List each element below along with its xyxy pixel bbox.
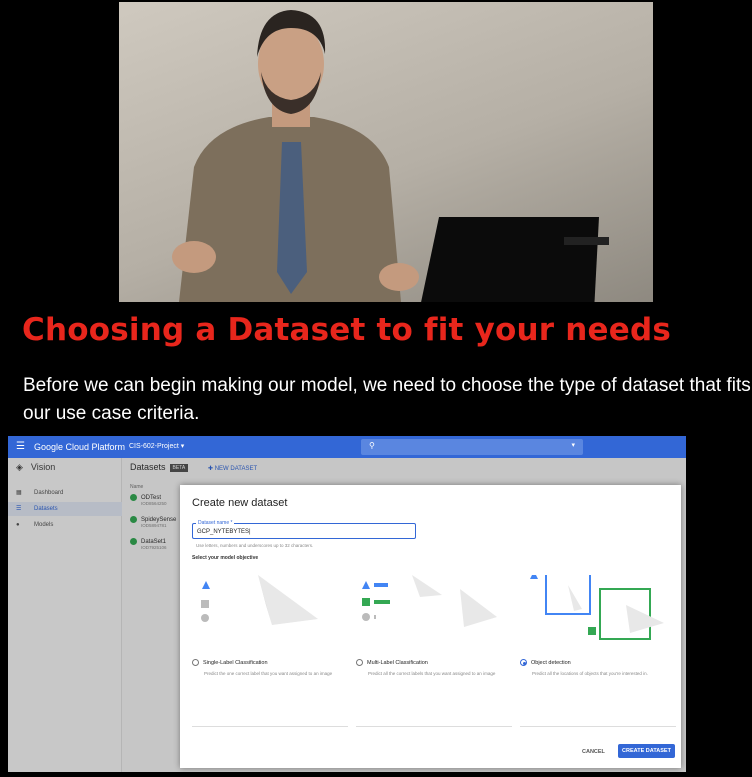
gcp-screenshot: ☰ Google Cloud Platform CIS-602-Project …	[8, 436, 686, 772]
laptop-icon	[421, 217, 609, 302]
object-detection-illustration	[530, 575, 664, 640]
divider	[520, 726, 676, 727]
divider	[192, 726, 348, 727]
cancel-button[interactable]: CANCEL	[582, 749, 605, 755]
field-hint: Use letters, numbers and underscores up …	[196, 543, 314, 548]
gcp-brand[interactable]: Google Cloud Platform	[34, 442, 125, 452]
speaker-video	[119, 2, 653, 302]
divider	[356, 726, 512, 727]
option-single-label-desc: Predict the one correct label that you w…	[204, 671, 333, 676]
dataset-name-label: Dataset name *	[196, 520, 235, 526]
option-multi-label[interactable]: Multi-Label Classification	[356, 659, 428, 666]
hamburger-icon[interactable]: ☰	[16, 441, 25, 452]
chevron-down-icon[interactable]: ▾	[571, 441, 575, 449]
gcp-topbar: ☰ Google Cloud Platform CIS-602-Project …	[8, 436, 686, 458]
dialog-title: Create new dataset	[192, 497, 288, 509]
project-selector[interactable]: CIS-602-Project ▾	[129, 442, 184, 450]
multi-label-illustration	[362, 575, 497, 627]
radio-button	[192, 659, 199, 666]
objective-label: Select your model objective	[192, 555, 259, 561]
speaker-figure	[172, 10, 419, 302]
radio-button-selected	[520, 659, 527, 666]
option-single-label[interactable]: Single-Label Classification	[192, 659, 268, 666]
search-input[interactable]: ⚲ ▾	[361, 439, 583, 455]
radio-button	[356, 659, 363, 666]
create-dataset-button[interactable]: CREATE DATASET	[618, 744, 675, 758]
search-icon: ⚲	[369, 441, 375, 450]
option-object-detection-desc: Predict all the locations of objects tha…	[532, 671, 648, 676]
option-multi-label-desc: Predict all the correct labels that you …	[368, 671, 496, 676]
slide-description: Before we can begin making our model, we…	[23, 375, 751, 424]
create-dataset-dialog: Create new dataset GCP_NYTEBYTES| Datase…	[180, 485, 681, 768]
single-label-illustration	[201, 575, 318, 625]
option-object-detection[interactable]: Object detection	[520, 659, 571, 666]
slide-title: Choosing a Dataset to fit your needs	[22, 312, 671, 348]
